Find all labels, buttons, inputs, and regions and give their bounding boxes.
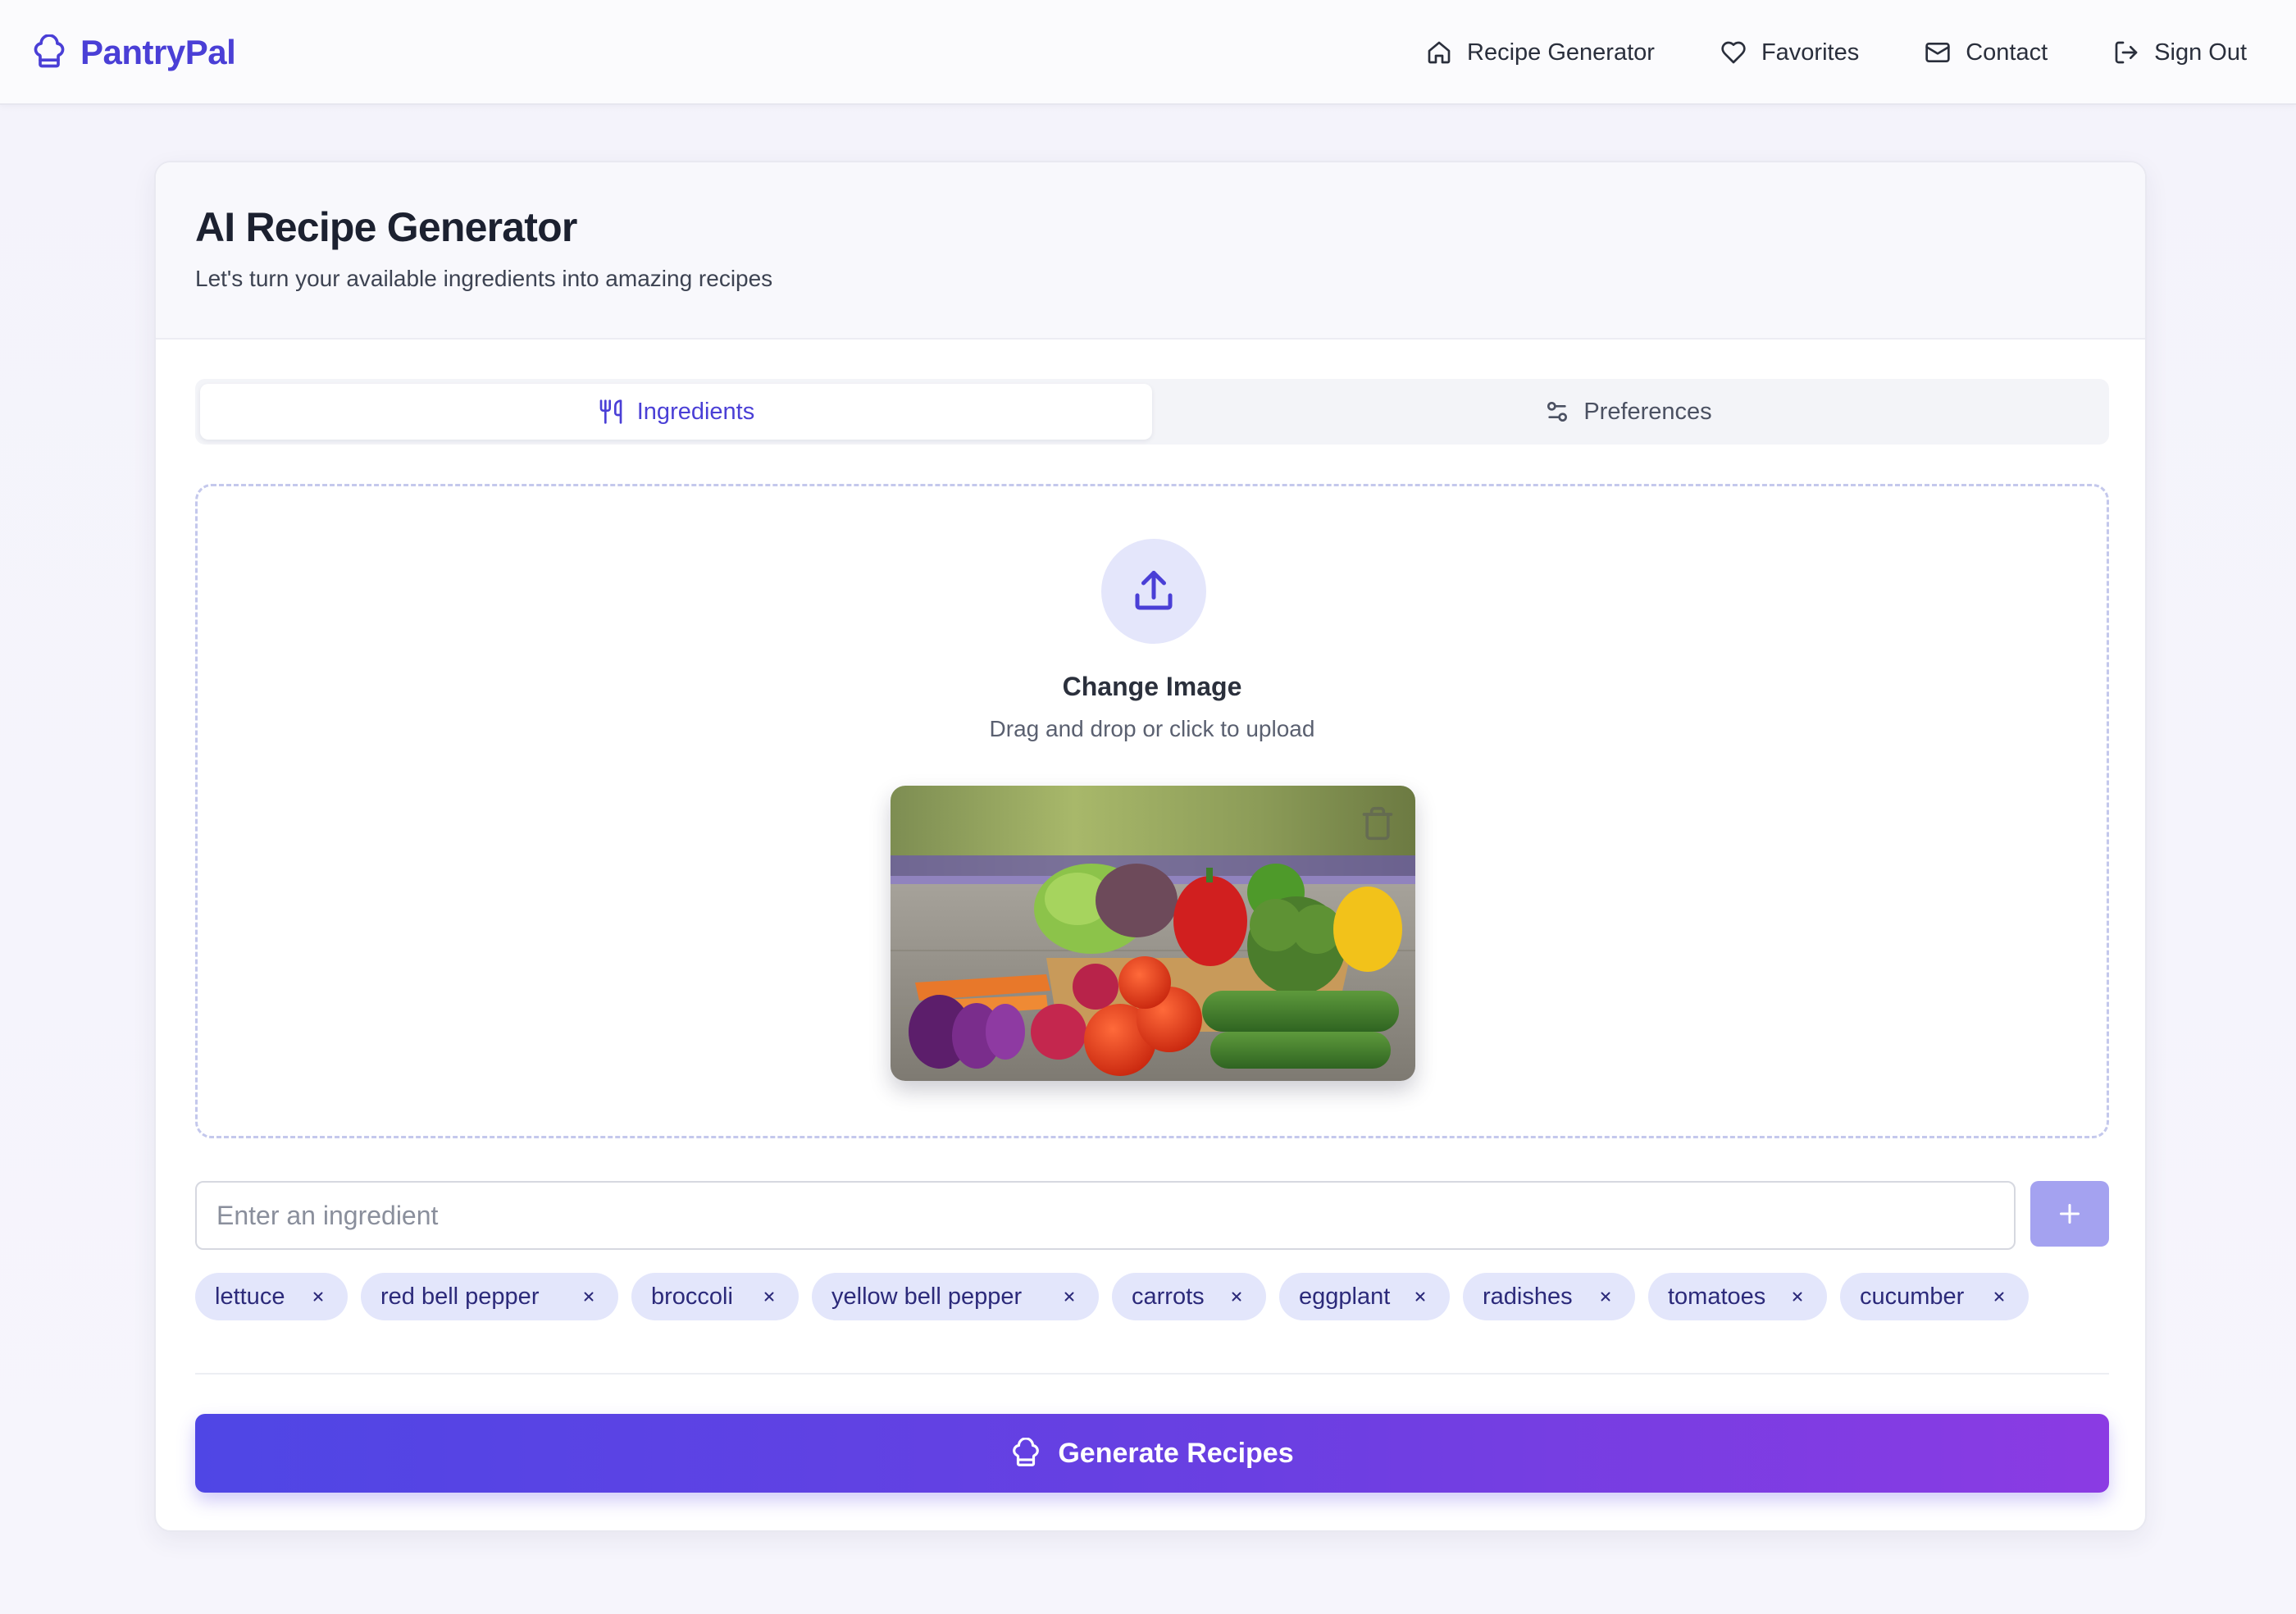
tab-bar: Ingredients Preferences xyxy=(195,379,2109,445)
close-icon xyxy=(1601,1292,1610,1302)
ingredient-chip: carrots xyxy=(1112,1273,1266,1320)
close-icon xyxy=(1232,1292,1241,1302)
chef-hat-icon xyxy=(1013,1438,1040,1466)
remove-ingredient-button[interactable] xyxy=(1410,1287,1430,1306)
brand-name: PantryPal xyxy=(80,33,236,71)
upload-hint: Drag and drop or click to upload xyxy=(989,716,1315,741)
mail-icon xyxy=(1925,43,1950,62)
sign-out-icon xyxy=(2115,41,2138,64)
ingredient-chip-label: lettuce xyxy=(215,1283,285,1310)
remove-ingredient-button[interactable] xyxy=(1989,1287,2009,1306)
ingredient-chip: yellow bell pepper xyxy=(812,1273,1099,1320)
remove-ingredient-button[interactable] xyxy=(1788,1287,1807,1306)
brand-logo[interactable]: PantryPal xyxy=(31,28,236,77)
ingredient-chip-label: eggplant xyxy=(1299,1283,1391,1310)
trash-icon xyxy=(1362,806,1393,841)
remove-image-button[interactable] xyxy=(1360,805,1396,841)
tab-ingredients-label: Ingredients xyxy=(636,398,755,425)
nav-links: Recipe Generator Favorites Contact Sign … xyxy=(1426,28,2247,77)
ingredient-chip-label: radishes xyxy=(1483,1283,1573,1310)
tab-ingredients[interactable]: Ingredients xyxy=(200,384,1152,440)
remove-ingredient-button[interactable] xyxy=(759,1287,779,1306)
ingredient-chip-label: yellow bell pepper xyxy=(831,1283,1023,1310)
home-icon xyxy=(1428,41,1451,64)
add-ingredient-button[interactable] xyxy=(2030,1181,2109,1247)
remove-ingredient-button[interactable] xyxy=(1059,1287,1079,1306)
remove-ingredient-button[interactable] xyxy=(308,1287,328,1306)
plus-icon xyxy=(2060,1204,2080,1224)
ingredient-chip: tomatoes xyxy=(1648,1273,1827,1320)
nav-contact[interactable]: Contact xyxy=(1925,39,2048,66)
remove-ingredient-button[interactable] xyxy=(1227,1287,1246,1306)
nav-favorites[interactable]: Favorites xyxy=(1720,39,1859,66)
close-icon xyxy=(1793,1292,1802,1302)
card-header: AI Recipe Generator Let's turn your avai… xyxy=(156,162,2145,340)
generate-recipes-label: Generate Recipes xyxy=(1058,1437,1294,1469)
heart-icon xyxy=(1721,41,1746,64)
utensils-icon xyxy=(599,399,622,424)
close-icon xyxy=(584,1292,594,1302)
close-icon xyxy=(764,1292,774,1302)
uploaded-image-preview xyxy=(891,786,1415,1081)
ingredient-input[interactable] xyxy=(195,1181,2016,1250)
ingredient-chip: cucumber xyxy=(1840,1273,2029,1320)
nav-sign-out-label: Sign Out xyxy=(2154,39,2247,66)
close-icon xyxy=(1415,1292,1425,1302)
sliders-icon xyxy=(1547,402,1568,422)
page-title: AI Recipe Generator xyxy=(195,204,577,250)
ingredient-chip: red bell pepper xyxy=(361,1273,618,1320)
close-icon xyxy=(313,1292,323,1302)
ingredient-chip-label: broccoli xyxy=(651,1283,733,1310)
upload-title: Change Image xyxy=(1062,672,1242,701)
tab-preferences-label: Preferences xyxy=(1583,398,1712,425)
nav-sign-out[interactable]: Sign Out xyxy=(2113,39,2247,66)
remove-ingredient-button[interactable] xyxy=(1596,1287,1615,1306)
ingredient-chip: eggplant xyxy=(1279,1273,1450,1320)
close-icon xyxy=(1994,1292,2004,1302)
nav-contact-label: Contact xyxy=(1966,39,2048,66)
vegetables-photo xyxy=(891,786,1415,1081)
ingredient-chip-label: tomatoes xyxy=(1668,1283,1766,1310)
nav-favorites-label: Favorites xyxy=(1761,39,1860,66)
ingredient-chip: radishes xyxy=(1463,1273,1635,1320)
generate-recipes-button[interactable]: Generate Recipes xyxy=(195,1414,2109,1493)
recipe-generator-card: AI Recipe Generator Let's turn your avai… xyxy=(154,161,2147,1532)
divider xyxy=(195,1373,2109,1375)
close-icon xyxy=(1064,1292,1074,1302)
nav-recipe-generator-label: Recipe Generator xyxy=(1467,39,1655,66)
ingredient-chip-label: cucumber xyxy=(1860,1283,1965,1310)
tab-preferences[interactable]: Preferences xyxy=(1152,384,2104,440)
ingredient-chips: lettuce red bell pepper broccoli yellow … xyxy=(195,1273,2109,1320)
upload-icon-circle xyxy=(1101,539,1206,644)
remove-ingredient-button[interactable] xyxy=(579,1287,599,1306)
ingredient-chip: lettuce xyxy=(195,1273,348,1320)
chef-hat-icon xyxy=(34,34,65,68)
nav-recipe-generator[interactable]: Recipe Generator xyxy=(1426,39,1655,66)
upload-icon xyxy=(1135,571,1173,610)
image-dropzone[interactable]: Change Image Drag and drop or click to u… xyxy=(195,484,2109,1138)
top-navbar: PantryPal Recipe Generator Favorites Con… xyxy=(0,0,2296,105)
ingredient-chip: broccoli xyxy=(631,1273,799,1320)
ingredient-chip-label: carrots xyxy=(1132,1283,1205,1310)
page-subtitle: Let's turn your available ingredients in… xyxy=(195,266,773,291)
ingredient-chip-label: red bell pepper xyxy=(380,1283,540,1310)
